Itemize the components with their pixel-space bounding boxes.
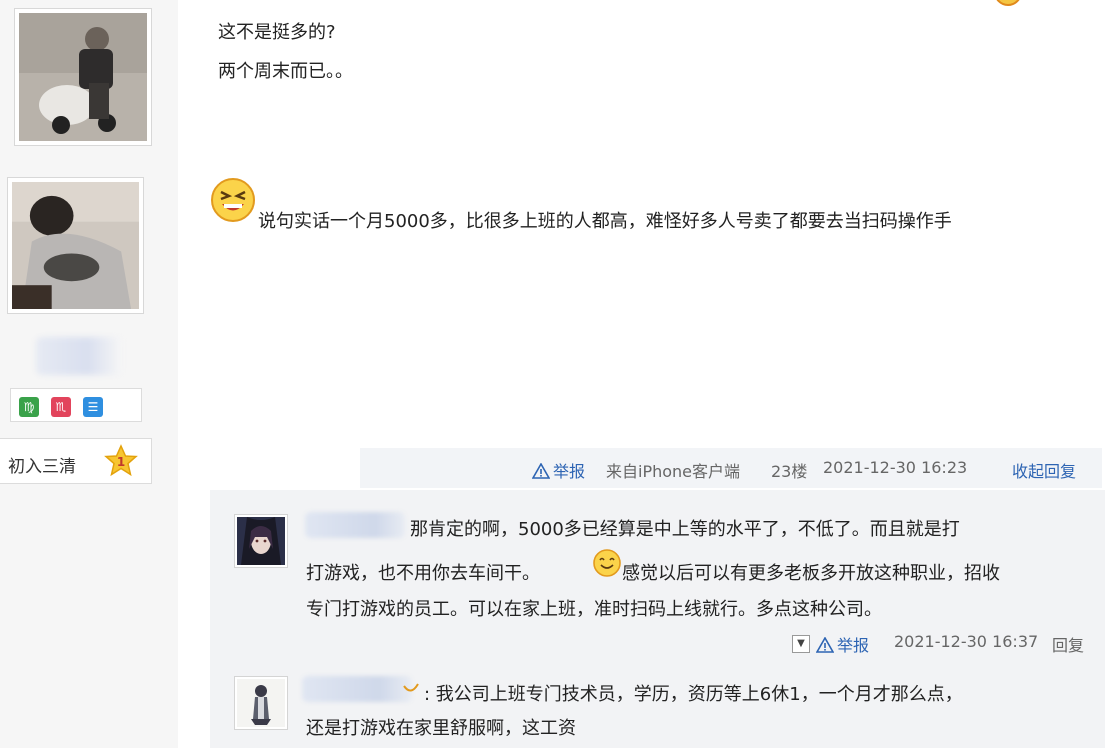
laughing-emoji-icon: [211, 178, 255, 222]
report-label: 举报: [553, 462, 586, 481]
rank-level: 1: [117, 455, 125, 469]
report-button[interactable]: 举报: [532, 458, 585, 482]
reply-avatar[interactable]: [234, 676, 288, 730]
avatar-image: [19, 13, 147, 141]
post-timestamp: 2021-12-30 16:23: [823, 458, 968, 477]
reply-dropdown-toggle[interactable]: ▼: [792, 635, 810, 653]
reply-line-1: 那肯定的啊，5000多已经算是中上等的水平了，不低了。而且就是打: [410, 519, 960, 540]
reply-line-2: 打游戏，也不用你去车间干。: [306, 563, 540, 584]
reply-line-3: 感觉以后可以有更多老板多开放这种职业，招收: [622, 563, 1000, 584]
virgo-icon[interactable]: ♍: [19, 397, 39, 417]
avatar-image: [237, 679, 285, 727]
reply-timestamp: 2021-12-30 16:37: [894, 632, 1039, 651]
reply-username-redacted[interactable]: [305, 512, 405, 538]
avatar-image: [237, 517, 285, 565]
partial-emoji-icon: [996, 0, 1020, 6]
reply-report-button[interactable]: 举报: [816, 632, 869, 656]
user-avatar[interactable]: [7, 177, 144, 314]
collapse-replies-link[interactable]: 收起回复: [1012, 458, 1076, 482]
menu-badge-icon[interactable]: ☰: [83, 397, 103, 417]
warning-icon: [532, 463, 550, 479]
post-body: 说句实话一个月5000多，比很多上班的人都高，难怪好多人号卖了都要去当扫码操作手: [258, 211, 952, 232]
post-footer: 举报 来自iPhone客户端 23楼 2021-12-30 16:23 收起回复: [360, 448, 1102, 488]
avatar-image: [12, 182, 139, 309]
reply-button[interactable]: 回复: [1052, 632, 1084, 656]
star-icon: 1: [104, 444, 138, 477]
badge-row: ♍ ♏ ☰: [10, 388, 142, 422]
report-label: 举报: [837, 636, 870, 655]
scorpio-icon[interactable]: ♏: [51, 397, 71, 417]
reply2-line-2: 还是打游戏在家里舒服啊，这工资: [306, 718, 576, 739]
source-text: 来自iPhone客户端: [606, 462, 741, 481]
post-line-1: 这不是挺多的?: [218, 22, 336, 43]
warning-icon: [816, 637, 834, 653]
user-sidebar: ♍ ♏ ☰ 初入三清 1: [0, 0, 178, 748]
floor-number: 23楼: [771, 462, 808, 481]
post-line-2: 两个周末而已。。: [218, 61, 353, 82]
previous-user-avatar[interactable]: [14, 8, 152, 146]
reply-line-4: 专门打游戏的员工。可以在家上班，准时扫码上线就行。多点这种公司。: [306, 599, 882, 620]
reply-avatar[interactable]: [234, 514, 288, 568]
username-redacted[interactable]: [36, 337, 122, 375]
user-rank[interactable]: 初入三清 1: [0, 438, 152, 484]
post-source: 来自iPhone客户端: [606, 458, 740, 482]
shield-mark-icon: [403, 683, 419, 692]
rank-label: 初入三清: [8, 457, 76, 477]
reply-username-redacted[interactable]: [302, 676, 412, 702]
smile-emoji-icon: [593, 549, 621, 577]
reply-list: 那肯定的啊，5000多已经算是中上等的水平了，不低了。而且就是打 打游戏，也不用…: [210, 490, 1105, 748]
reply2-line-1: : 我公司上班专门技术员，学历，资历等上6休1，一个月才那么点，: [424, 684, 963, 705]
